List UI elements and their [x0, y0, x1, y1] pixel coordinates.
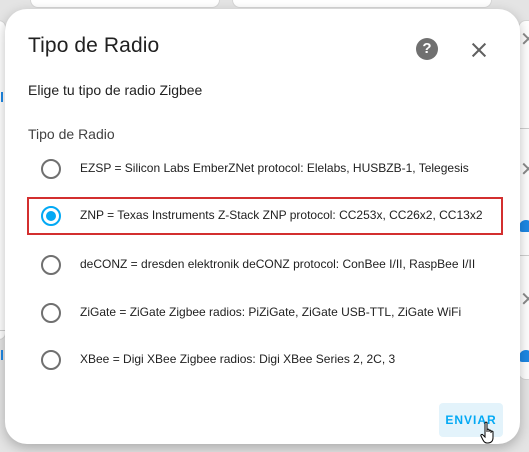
- radio-button[interactable]: [41, 350, 61, 370]
- radio-type-dialog: Tipo de Radio ? Elige tu tipo de radio Z…: [5, 9, 520, 444]
- radio-button[interactable]: [41, 303, 61, 323]
- dialog-subtitle: Elige tu tipo de radio Zigbee: [28, 82, 203, 98]
- close-icon[interactable]: [467, 38, 491, 62]
- radio-option-label: XBee = Digi XBee Zigbee radios: Digi XBe…: [80, 352, 396, 366]
- radio-button[interactable]: [41, 159, 61, 179]
- help-icon[interactable]: ?: [416, 38, 438, 60]
- hand-cursor-icon: [480, 421, 494, 444]
- radio-option-label: EZSP = Silicon Labs EmberZNet protocol: …: [80, 161, 469, 175]
- background-card: [30, 0, 220, 8]
- radio-option-label: ZiGate = ZiGate Zigbee radios: PiZiGate,…: [80, 305, 462, 319]
- background-card: [232, 0, 492, 8]
- background-close-icon: ✕: [520, 289, 529, 311]
- radio-option-zigate[interactable]: ZiGate = ZiGate Zigbee radios: PiZiGate,…: [27, 294, 503, 332]
- radio-option-label: deCONZ = dresden elektronik deCONZ proto…: [80, 257, 476, 271]
- background-close-icon: ✕: [520, 29, 529, 51]
- background-link-mark: [1, 350, 3, 360]
- radio-option-ezsp[interactable]: EZSP = Silicon Labs EmberZNet protocol: …: [27, 150, 503, 188]
- background-cloud-icon: [519, 350, 529, 362]
- dialog-title: Tipo de Radio: [28, 34, 160, 57]
- radio-option-xbee[interactable]: XBee = Digi XBee Zigbee radios: Digi XBe…: [27, 341, 503, 379]
- background-link-mark: [1, 92, 3, 102]
- background-close-icon: ✕: [520, 159, 529, 181]
- radio-button-checked[interactable]: [41, 206, 61, 226]
- background-cloud-icon: [519, 220, 529, 232]
- radio-button[interactable]: [41, 255, 61, 275]
- radio-option-znp[interactable]: ZNP = Texas Instruments Z-Stack ZNP prot…: [27, 197, 503, 235]
- radio-group-label: Tipo de Radio: [28, 126, 115, 142]
- radio-option-deconz[interactable]: deCONZ = dresden elektronik deCONZ proto…: [27, 246, 503, 284]
- radio-option-label: ZNP = Texas Instruments Z-Stack ZNP prot…: [80, 208, 483, 222]
